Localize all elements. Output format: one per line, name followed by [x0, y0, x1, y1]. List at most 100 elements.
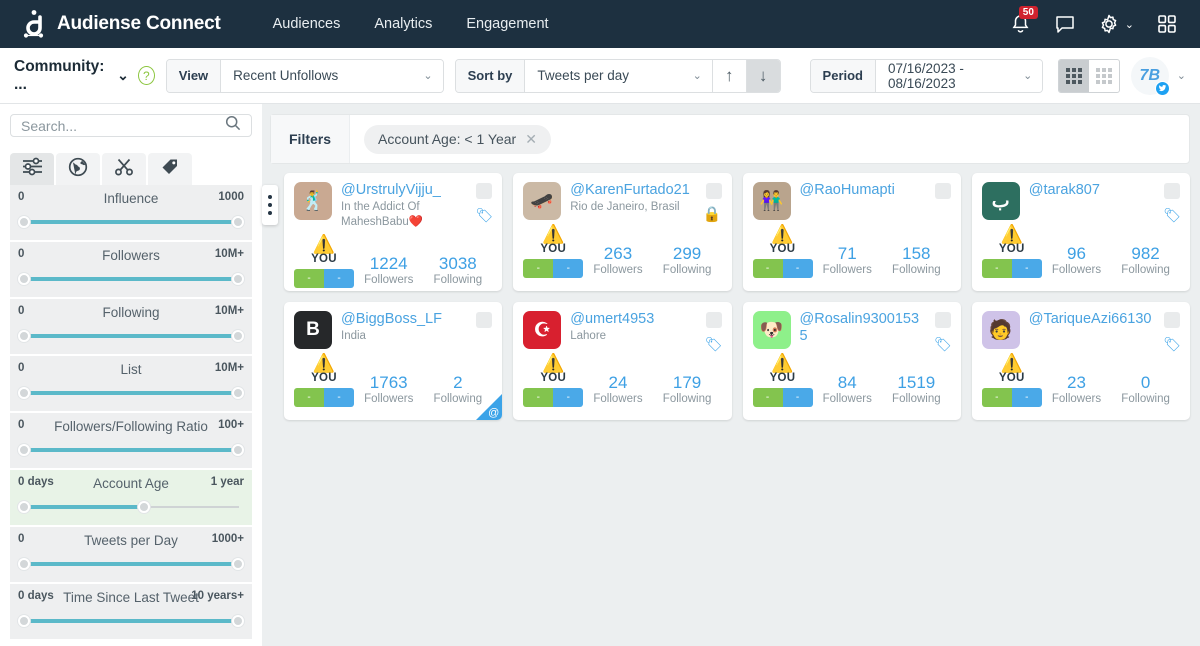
apps-grid-icon[interactable] [1156, 13, 1178, 35]
slider-knob-max[interactable] [232, 330, 244, 342]
range-slider[interactable] [18, 615, 244, 627]
tab-scissors[interactable] [102, 153, 146, 185]
range-slider[interactable] [18, 558, 244, 570]
profile-handle[interactable]: @tarak807 [1029, 182, 1155, 199]
settings-menu[interactable]: ⌄ [1098, 13, 1134, 35]
profile-card[interactable]: ☪ @umert4953 Lahore 🏷 ⚠️ YOU - -24 Followers 179 F… [513, 302, 732, 420]
tab-sliders[interactable] [10, 153, 54, 185]
account-selector[interactable]: 7B ⌄ [1130, 56, 1186, 96]
slider-knob-max[interactable] [232, 216, 244, 228]
profile-handle[interactable]: @Rosalin93001535 [800, 311, 926, 344]
profile-card[interactable]: 🕺 @UrstrulyVijju_ In the Addict Of MaheshB… [284, 173, 503, 291]
select-checkbox[interactable] [476, 183, 493, 199]
profile-card[interactable]: 🛹 @KarenFurtado21 Rio de Janeiro, Brasil 🔒 ⚠… [513, 173, 732, 291]
period-select[interactable]: 07/16/2023 - 08/16/2023 ⌄ [876, 59, 1043, 92]
slider-knob-min[interactable] [18, 558, 30, 570]
tag-icon[interactable]: 🏷 [1163, 207, 1181, 224]
community-selector[interactable]: Community: ... ⌄ ? [14, 58, 155, 94]
profile-handle[interactable]: @RaoHumapti [800, 182, 926, 199]
range-slider[interactable] [18, 216, 244, 228]
profile-cards-grid: 🕺 @UrstrulyVijju_ In the Addict Of MaheshB… [284, 173, 1190, 420]
tag-icon[interactable]: 🏷 [934, 336, 952, 353]
slider-knob-max[interactable] [232, 615, 244, 627]
tag-icon[interactable]: 🏷 [475, 207, 493, 224]
slider-knob-min[interactable] [18, 330, 30, 342]
search-box[interactable] [10, 114, 252, 137]
profile-card[interactable]: B @BiggBoss_LF India ⚠️ YOU - -1763 Followers 2 F… [284, 302, 503, 420]
brand[interactable]: Audiense Connect [20, 9, 221, 39]
search-icon[interactable] [225, 115, 241, 136]
relationship-in: - [324, 388, 354, 407]
range-slider[interactable] [18, 273, 244, 285]
profile-stats: 84 Followers 1519 Following [813, 373, 951, 407]
chevron-down-icon[interactable]: ⌄ [117, 67, 129, 84]
view-select[interactable]: Recent Unfollows ⌄ [221, 59, 443, 92]
slider-knob-min[interactable] [18, 216, 30, 228]
nav-link-engagement[interactable]: Engagement [466, 16, 548, 32]
following-label: Following [433, 393, 483, 405]
select-checkbox[interactable] [705, 312, 722, 328]
followers-stat: 1224 Followers [364, 254, 413, 286]
panel-resize-handle[interactable] [262, 185, 278, 225]
slider-knob-min[interactable] [18, 387, 30, 399]
profile-card[interactable]: ب @tarak807 🏷 ⚠️ YOU - -96 Followers 982 Followin… [971, 173, 1190, 291]
close-icon[interactable]: ✕ [525, 131, 537, 148]
sort-ascending-button[interactable]: ↑ [711, 59, 746, 92]
chevron-down-icon[interactable]: ⌄ [1177, 69, 1186, 82]
slider-knob-max[interactable] [232, 387, 244, 399]
grid-view-large-button[interactable] [1089, 60, 1119, 92]
profile-handle[interactable]: @umert4953 [570, 311, 696, 328]
filter-row-header: 0 Influence 1000 [18, 191, 244, 210]
slider-knob-max[interactable] [232, 444, 244, 456]
profile-stats: 1763 Followers 2 Following [354, 373, 492, 407]
slider-knob-max[interactable] [137, 501, 150, 513]
help-icon[interactable]: ? [137, 66, 155, 85]
nav-link-analytics[interactable]: Analytics [374, 16, 432, 32]
following-count: 1519 [897, 373, 936, 393]
range-slider[interactable] [18, 501, 244, 513]
range-slider[interactable] [18, 330, 244, 342]
slider-knob-min[interactable] [18, 273, 30, 285]
profile-card[interactable]: 🧑 @TariqueAzi66130 🏷 ⚠️ YOU - -23 Followers 0 Fol… [971, 302, 1190, 420]
grid-view-dense-button[interactable] [1059, 59, 1090, 92]
select-checkbox[interactable] [934, 312, 951, 328]
nav-link-audiences[interactable]: Audiences [273, 16, 341, 32]
profile-card-header: 🧑 @TariqueAzi66130 [981, 311, 1180, 349]
gear-icon[interactable] [1098, 13, 1120, 35]
range-slider[interactable] [18, 444, 244, 456]
warning-icon: ⚠️ [312, 353, 336, 373]
profile-handle[interactable]: @BiggBoss_LF [341, 311, 467, 328]
relationship-in: - [324, 268, 354, 288]
tab-geography[interactable] [56, 153, 100, 185]
bell-icon[interactable]: 50 [1010, 6, 1038, 35]
profile-handle[interactable]: @UrstrulyVijju_ [341, 182, 467, 199]
select-checkbox[interactable] [705, 183, 722, 199]
relationship-block: ⚠️ YOU - - [294, 354, 354, 407]
select-checkbox[interactable] [1164, 312, 1180, 328]
profile-card[interactable]: 🐶 @Rosalin93001535 🏷 ⚠️ YOU - -84 Followers 1519… [742, 302, 961, 420]
view-control: View Recent Unfollows ⌄ [165, 58, 444, 93]
select-checkbox[interactable] [934, 183, 951, 199]
profile-handle[interactable]: @KarenFurtado21 [570, 182, 696, 199]
following-count: 158 [902, 244, 931, 264]
tab-tags[interactable] [148, 153, 192, 185]
slider-knob-min[interactable] [18, 501, 30, 513]
range-slider[interactable] [18, 387, 244, 399]
search-input[interactable] [21, 117, 225, 134]
tag-icon[interactable]: 🏷 [1163, 336, 1181, 353]
select-checkbox[interactable] [476, 312, 493, 328]
tag-icon[interactable]: 🏷 [705, 336, 723, 353]
sort-descending-button[interactable]: ↓ [745, 59, 780, 92]
profile-card[interactable]: 👫 @RaoHumapti ⚠️ YOU - -71 Followers 158 Followi… [742, 173, 961, 291]
slider-knob-max[interactable] [232, 273, 244, 285]
chat-icon[interactable] [1054, 13, 1076, 35]
slider-knob-min[interactable] [18, 615, 30, 627]
sort-select[interactable]: Tweets per day ⌄ [525, 59, 712, 92]
filter-chip[interactable]: Account Age: < 1 Year ✕ [364, 124, 551, 154]
slider-knob-min[interactable] [18, 444, 30, 456]
profile-handle[interactable]: @TariqueAzi66130 [1029, 311, 1155, 328]
twitter-icon [1154, 80, 1170, 96]
slider-knob-max[interactable] [232, 558, 244, 570]
globe-icon [68, 157, 88, 182]
select-checkbox[interactable] [1164, 183, 1180, 199]
